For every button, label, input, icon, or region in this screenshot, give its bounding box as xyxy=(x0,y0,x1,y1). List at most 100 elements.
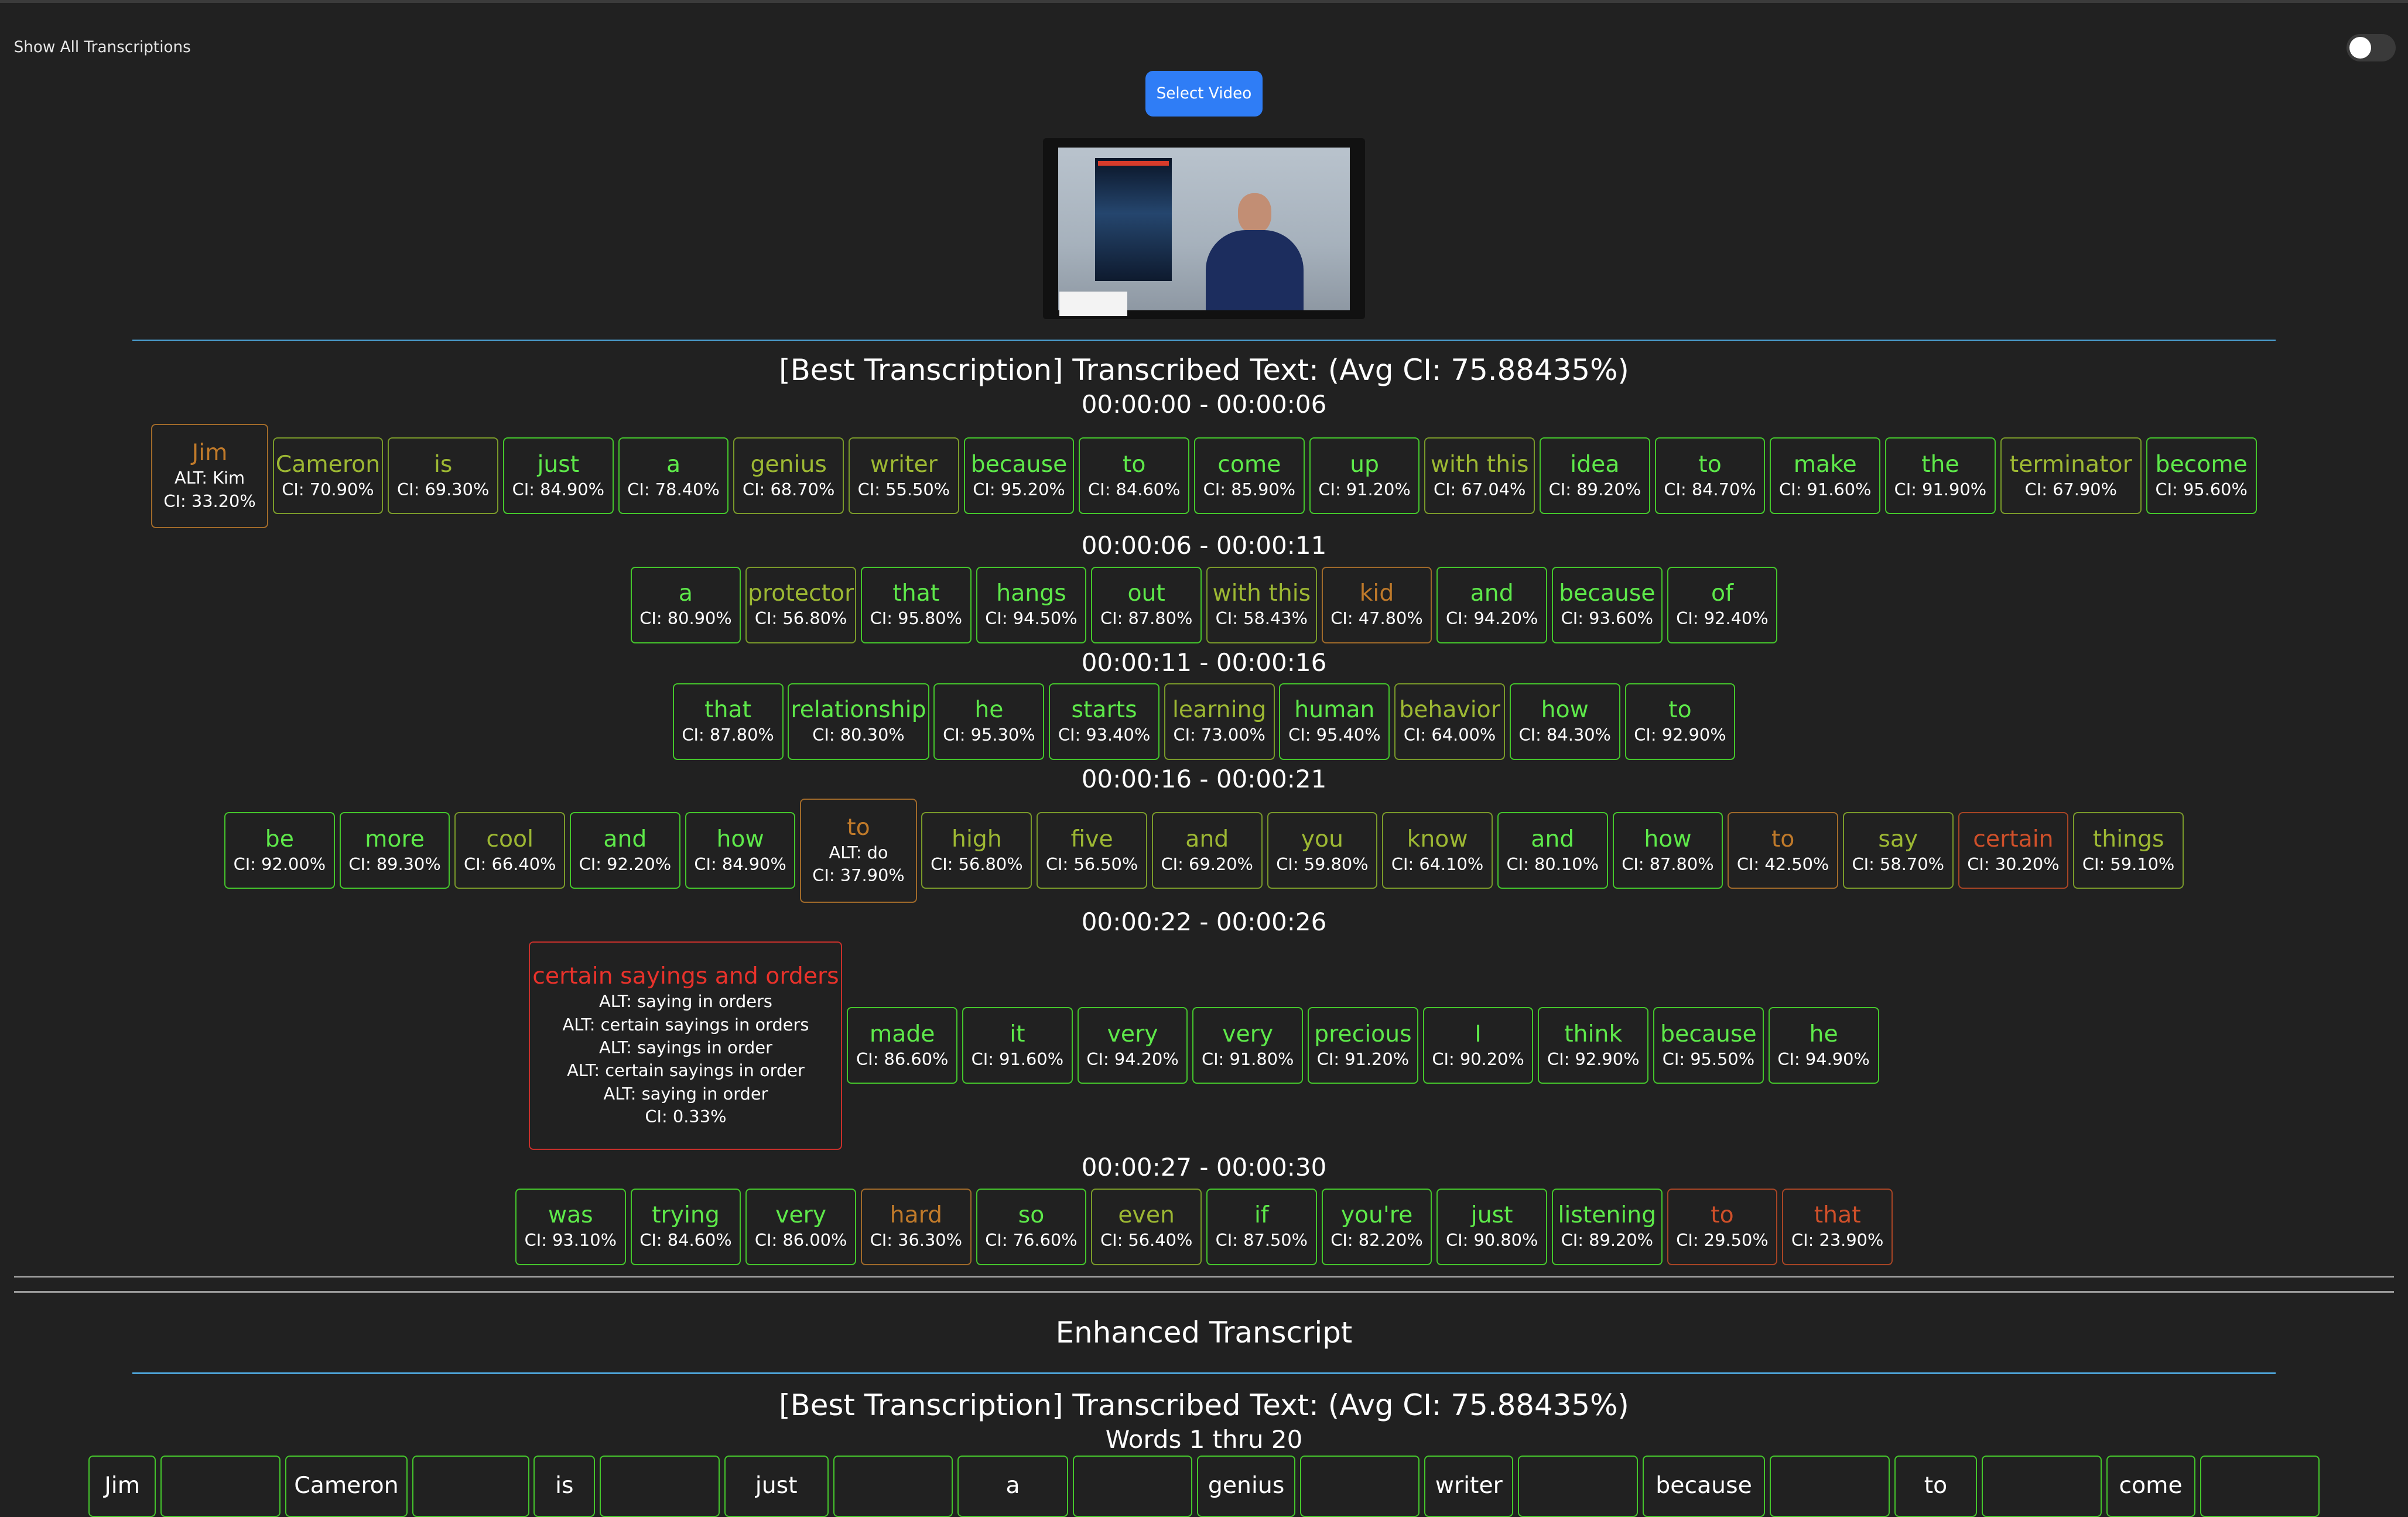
word-tile[interactable]: idea CI: 89.20% xyxy=(1539,437,1650,515)
word-tile[interactable]: writer CI: 55.50% xyxy=(848,437,959,515)
select-video-button[interactable]: Select Video xyxy=(1145,70,1263,117)
word-tile[interactable]: and CI: 92.20% xyxy=(569,812,680,889)
word-tile[interactable]: relationship CI: 80.30% xyxy=(788,683,929,761)
word-tile[interactable]: and CI: 80.10% xyxy=(1497,812,1608,889)
word-tile[interactable]: just CI: 90.80% xyxy=(1436,1188,1548,1265)
word-tile[interactable]: know CI: 64.10% xyxy=(1382,812,1493,889)
word-tile[interactable]: how CI: 84.30% xyxy=(1509,683,1620,761)
word-tile[interactable]: think CI: 92.90% xyxy=(1538,1007,1649,1084)
enhanced-word-tile[interactable] xyxy=(1518,1456,1638,1517)
word-tile[interactable]: to CI: 84.60% xyxy=(1079,437,1190,515)
word-tile[interactable]: listening CI: 89.20% xyxy=(1551,1188,1663,1265)
enhanced-word-tile[interactable]: a xyxy=(957,1456,1068,1517)
word-tile[interactable]: with this CI: 67.04% xyxy=(1424,437,1535,515)
word-tile[interactable]: to CI: 84.70% xyxy=(1654,437,1766,515)
enhanced-word-tile[interactable]: genius xyxy=(1197,1456,1296,1517)
word-tile[interactable]: if CI: 87.50% xyxy=(1206,1188,1317,1265)
word-tile[interactable]: starts CI: 93.40% xyxy=(1049,683,1159,761)
enhanced-word-tile[interactable]: because xyxy=(1642,1456,1766,1517)
word-tile[interactable]: is CI: 69.30% xyxy=(388,437,499,515)
word-tile[interactable]: certain sayings and orders ALT: saying in… xyxy=(529,941,843,1150)
word-tile[interactable]: how CI: 84.90% xyxy=(685,812,796,889)
word-tile[interactable]: learning CI: 73.00% xyxy=(1164,683,1275,761)
word-tile[interactable]: to ALT: do CI: 37.90% xyxy=(800,798,917,903)
word-tile[interactable]: become CI: 95.60% xyxy=(2146,437,2257,515)
word-tile[interactable]: trying CI: 84.60% xyxy=(630,1188,741,1265)
word-tile[interactable]: very CI: 86.00% xyxy=(745,1188,857,1265)
word-tile[interactable]: he CI: 95.30% xyxy=(933,683,1045,761)
word-tile[interactable]: just CI: 84.90% xyxy=(502,437,614,515)
enhanced-word-tile[interactable]: writer xyxy=(1424,1456,1514,1517)
word-tile[interactable]: high CI: 56.80% xyxy=(921,812,1032,889)
word-tile[interactable]: human CI: 95.40% xyxy=(1279,683,1390,761)
enhanced-word-tile[interactable]: Jim xyxy=(88,1456,156,1517)
word-tile[interactable]: even CI: 56.40% xyxy=(1091,1188,1202,1265)
word-tile[interactable]: hard CI: 36.30% xyxy=(860,1188,972,1265)
enhanced-word-tile[interactable]: to xyxy=(1894,1456,1978,1517)
word-tile[interactable]: say CI: 58.70% xyxy=(1842,812,1954,889)
word-tile[interactable]: you're CI: 82.20% xyxy=(1321,1188,1432,1265)
enhanced-word-tile[interactable]: just xyxy=(724,1456,829,1517)
word-tile[interactable]: that CI: 95.80% xyxy=(860,566,972,643)
word-tile[interactable]: Jim ALT: Kim CI: 33.20% xyxy=(151,423,268,529)
word-tile[interactable]: very CI: 94.20% xyxy=(1077,1007,1188,1084)
word-tile[interactable]: and CI: 69.20% xyxy=(1151,812,1263,889)
word-tile[interactable]: made CI: 86.60% xyxy=(847,1007,958,1084)
word-tile[interactable]: up CI: 91.20% xyxy=(1309,437,1420,515)
word-tile[interactable]: a CI: 80.90% xyxy=(630,566,741,643)
word-tile[interactable]: the CI: 91.90% xyxy=(1884,437,1996,515)
enhanced-word-tile[interactable]: is xyxy=(533,1456,596,1517)
word-tile[interactable]: to CI: 29.50% xyxy=(1667,1188,1778,1265)
word-tile[interactable]: Cameron CI: 70.90% xyxy=(272,437,384,515)
word-tile[interactable]: because CI: 93.60% xyxy=(1551,566,1663,643)
word-tile[interactable]: be CI: 92.00% xyxy=(224,812,335,889)
word-tile[interactable]: hangs CI: 94.50% xyxy=(976,566,1087,643)
word-tile[interactable]: out CI: 87.80% xyxy=(1091,566,1202,643)
word-tile[interactable]: you CI: 59.80% xyxy=(1267,812,1378,889)
word-tile[interactable]: certain CI: 30.20% xyxy=(1958,812,2069,889)
word-tile[interactable]: a CI: 78.40% xyxy=(618,437,729,515)
word-tile[interactable]: because CI: 95.20% xyxy=(963,437,1075,515)
word-tile[interactable]: to CI: 42.50% xyxy=(1728,812,1838,889)
enhanced-word-tile[interactable] xyxy=(1299,1456,1420,1517)
enhanced-word-tile[interactable] xyxy=(1770,1456,1890,1517)
enhanced-word-tile[interactable]: come xyxy=(2106,1456,2195,1517)
word-tile[interactable]: terminator CI: 67.90% xyxy=(2000,437,2142,515)
word-tile[interactable]: how CI: 87.80% xyxy=(1612,812,1723,889)
word-text: trying xyxy=(652,1201,720,1229)
enhanced-word-tile[interactable] xyxy=(833,1456,953,1517)
word-tile[interactable]: behavior CI: 64.00% xyxy=(1394,683,1505,761)
word-tile[interactable]: that CI: 87.80% xyxy=(672,683,784,761)
word-tile[interactable]: very CI: 91.80% xyxy=(1192,1007,1304,1084)
word-tile[interactable]: protector CI: 56.80% xyxy=(745,566,857,643)
word-tile[interactable]: it CI: 91.60% xyxy=(962,1007,1073,1084)
enhanced-word-tile[interactable] xyxy=(1982,1456,2102,1517)
word-tile[interactable]: to CI: 92.90% xyxy=(1624,683,1736,761)
word-tile[interactable]: more CI: 89.30% xyxy=(339,812,450,889)
word-tile[interactable]: kid CI: 47.80% xyxy=(1321,566,1432,643)
word-tile[interactable]: of CI: 92.40% xyxy=(1667,566,1778,643)
enhanced-word-tile[interactable] xyxy=(160,1456,281,1517)
word-tile[interactable]: was CI: 93.10% xyxy=(515,1188,626,1265)
word-tile[interactable]: cool CI: 66.40% xyxy=(454,812,566,889)
word-tile[interactable]: with this CI: 58.43% xyxy=(1206,566,1317,643)
word-tile[interactable]: things CI: 59.10% xyxy=(2073,812,2184,889)
enhanced-word-tile[interactable]: Cameron xyxy=(285,1456,408,1517)
word-tile[interactable]: precious CI: 91.20% xyxy=(1308,1007,1418,1084)
word-tile[interactable]: make CI: 91.60% xyxy=(1770,437,1881,515)
enhanced-word-tile[interactable] xyxy=(412,1456,529,1517)
word-tile[interactable]: and CI: 94.20% xyxy=(1436,566,1548,643)
video-thumbnail[interactable] xyxy=(1042,138,1366,320)
enhanced-word-tile[interactable] xyxy=(2200,1456,2320,1517)
word-tile[interactable]: genius CI: 68.70% xyxy=(733,437,844,515)
word-tile[interactable]: come CI: 85.90% xyxy=(1193,437,1305,515)
word-tile[interactable]: five CI: 56.50% xyxy=(1037,812,1147,889)
enhanced-word-tile[interactable] xyxy=(600,1456,720,1517)
show-all-transcriptions-toggle[interactable] xyxy=(2347,33,2396,61)
enhanced-word-tile[interactable] xyxy=(1072,1456,1193,1517)
word-tile[interactable]: so CI: 76.60% xyxy=(976,1188,1087,1265)
word-tile[interactable]: because CI: 95.50% xyxy=(1653,1007,1764,1084)
word-tile[interactable]: he CI: 94.90% xyxy=(1768,1007,1879,1084)
word-tile[interactable]: that CI: 23.90% xyxy=(1782,1188,1893,1265)
word-tile[interactable]: I CI: 90.20% xyxy=(1422,1007,1534,1084)
